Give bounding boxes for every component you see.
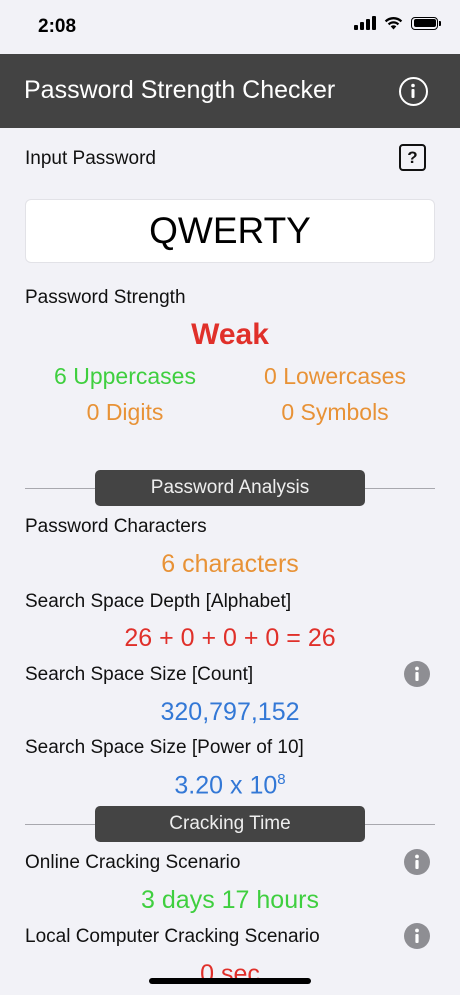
info-circle-icon[interactable] xyxy=(399,77,428,106)
battery-icon xyxy=(411,16,441,30)
size-count-value: 320,797,152 xyxy=(160,698,300,726)
symbol-count: 0 Symbols xyxy=(281,399,389,425)
home-indicator[interactable] xyxy=(149,978,311,984)
size-power-label: Search Space Size [Power of 10] xyxy=(25,737,304,758)
local-scenario-label: Local Computer Cracking Scenario xyxy=(25,926,320,947)
signal-icon xyxy=(354,16,376,30)
wifi-icon xyxy=(384,16,403,30)
status-time: 2:08 xyxy=(38,16,77,37)
info-icon[interactable] xyxy=(404,923,430,949)
section-header-cracking: Cracking Time xyxy=(95,806,365,842)
online-scenario-label: Online Cracking Scenario xyxy=(25,852,241,873)
depth-label: Search Space Depth [Alphabet] xyxy=(25,591,292,612)
password-input[interactable]: QWERTY xyxy=(25,199,435,263)
characters-value: 6 characters xyxy=(161,550,299,578)
nav-title: Password Strength Checker xyxy=(24,76,336,104)
status-bar: 2:08 xyxy=(0,0,460,54)
info-icon[interactable] xyxy=(404,849,430,875)
lowercase-count: 0 Lowercases xyxy=(264,363,406,389)
info-icon[interactable] xyxy=(404,661,430,687)
uppercase-count: 6 Uppercases xyxy=(54,363,196,389)
question-square-icon[interactable]: ? xyxy=(399,144,426,171)
status-icons xyxy=(354,16,441,30)
section-header-analysis: Password Analysis xyxy=(95,470,365,506)
size-power-mantissa: 3.20 x 10 xyxy=(174,771,278,800)
digit-count: 0 Digits xyxy=(86,399,164,425)
characters-label: Password Characters xyxy=(25,516,207,537)
size-power-exponent: 8 xyxy=(277,771,286,788)
depth-value: 26 + 0 + 0 + 0 = 26 xyxy=(124,624,336,652)
nav-bar: Password Strength Checker xyxy=(0,54,460,128)
password-strength-label: Password Strength xyxy=(25,287,186,308)
input-password-label: Input Password xyxy=(25,148,156,169)
size-count-label: Search Space Size [Count] xyxy=(25,664,254,685)
strength-value: Weak xyxy=(191,318,269,351)
online-scenario-value: 3 days 17 hours xyxy=(141,886,319,914)
local-scenario-value: 0 sec xyxy=(200,960,260,988)
size-power-value: 3.20 x 108 xyxy=(0,771,460,800)
